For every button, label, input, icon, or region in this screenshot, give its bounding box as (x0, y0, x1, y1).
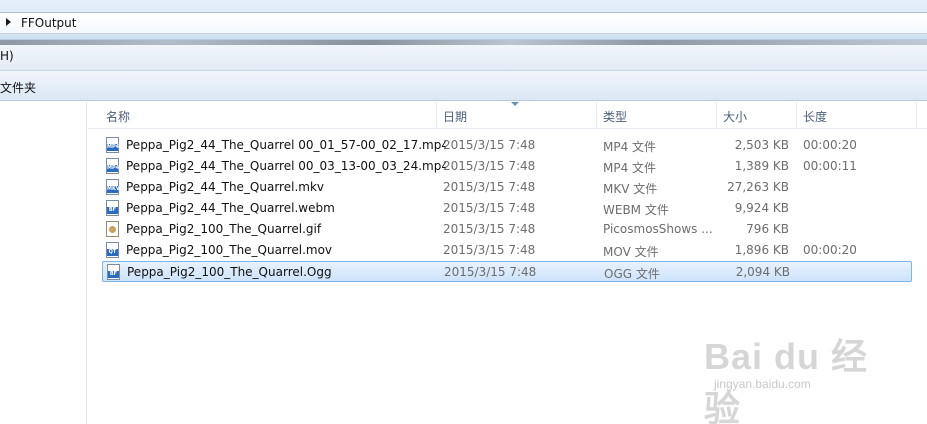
address-bar: FFOutput (0, 0, 927, 40)
file-size: 9,924 KB (734, 201, 789, 215)
file-type: MP4 文件 (603, 161, 657, 175)
file-length: 00:00:20 (803, 243, 857, 257)
mov-file-icon: QT (106, 242, 119, 258)
file-size: 2,503 KB (734, 138, 789, 152)
file-date: 2015/3/15 7:48 (443, 180, 536, 194)
column-header-row: 名称 日期 类型 大小 长度 (88, 102, 927, 129)
watermark-logo-text: Bai du 经验 (704, 336, 869, 424)
file-name: Peppa_Pig2_100_The_Quarrel.Ogg (127, 265, 332, 279)
breadcrumb-folder[interactable]: FFOutput (21, 16, 77, 30)
file-type: MP4 文件 (603, 140, 657, 154)
file-type: OGG 文件 (604, 267, 660, 281)
file-name: Peppa_Pig2_44_The_Quarrel 00_01_57-00_02… (126, 138, 446, 152)
file-type: PicosmosShows ... (603, 222, 713, 236)
file-icon-badge: MP4 (107, 165, 120, 172)
file-date: 2015/3/15 7:48 (443, 222, 536, 236)
file-type: MOV 文件 (603, 245, 659, 259)
file-size: 27,263 KB (727, 180, 789, 194)
webm-file-icon: BF (106, 200, 119, 216)
file-row[interactable]: MP4 Peppa_Pig2_44_The_Quarrel 00_01_57-00… (102, 135, 912, 156)
file-name: Peppa_Pig2_44_The_Quarrel.webm (126, 201, 335, 215)
file-type: MKV 文件 (603, 182, 658, 196)
menu-item-help[interactable]: H) (0, 49, 14, 63)
sort-arrow-icon (511, 102, 519, 106)
baidu-watermark: Bai du 经验 jingyan.baidu.com (700, 322, 900, 424)
file-row[interactable]: Peppa_Pig2_100_The_Quarrel.gif 2015/3/15 … (102, 219, 912, 240)
file-row[interactable]: QT Peppa_Pig2_100_The_Quarrel.mov 2015/3/1… (102, 240, 912, 261)
column-header-length[interactable]: 长度 (797, 102, 917, 129)
address-box[interactable]: FFOutput (0, 12, 927, 34)
file-name: Peppa_Pig2_100_The_Quarrel.gif (126, 222, 322, 236)
file-length: 00:00:20 (803, 138, 857, 152)
gif-image-icon (106, 221, 119, 237)
file-row[interactable]: BF Peppa_Pig2_100_The_Quarrel.Ogg 2015/3/1… (102, 261, 912, 282)
column-header-date[interactable]: 日期 (437, 102, 597, 129)
file-size: 2,094 KB (735, 265, 790, 279)
file-date: 2015/3/15 7:48 (443, 243, 536, 257)
mp4-file-icon: MP4 (106, 158, 119, 174)
blurred-strip (0, 40, 927, 45)
file-type: WEBM 文件 (603, 203, 669, 217)
file-icon-badge: BF (107, 207, 118, 214)
ogg-file-icon: BF (107, 264, 120, 280)
column-header-name[interactable]: 名称 (100, 102, 437, 129)
breadcrumb-arrow-icon[interactable] (6, 18, 11, 26)
file-length: 00:00:11 (803, 159, 857, 173)
file-row[interactable]: BF Peppa_Pig2_44_The_Quarrel.webm 2015/3/1… (102, 198, 912, 219)
file-icon-badge: BF (108, 271, 119, 278)
new-folder-button[interactable]: 文件夹 (0, 79, 36, 96)
file-icon-badge: MKV (107, 186, 120, 193)
mp4-file-icon: MP4 (106, 137, 119, 153)
file-name: Peppa_Pig2_44_The_Quarrel.mkv (126, 180, 324, 194)
file-date: 2015/3/15 7:48 (443, 201, 536, 215)
file-size: 796 KB (746, 222, 789, 236)
file-icon-badge (109, 226, 116, 233)
file-size: 1,389 KB (734, 159, 789, 173)
file-row[interactable]: MKV Peppa_Pig2_44_The_Quarrel.mkv 2015/3/1… (102, 177, 912, 198)
navigation-pane[interactable] (0, 102, 87, 424)
file-date: 2015/3/15 7:48 (443, 159, 536, 173)
file-name: Peppa_Pig2_44_The_Quarrel 00_03_13-00_03… (126, 159, 446, 173)
column-header-size[interactable]: 大小 (717, 102, 797, 129)
file-date: 2015/3/15 7:48 (444, 265, 537, 279)
column-header-type[interactable]: 类型 (597, 102, 717, 129)
file-size: 1,896 KB (734, 243, 789, 257)
file-name: Peppa_Pig2_100_The_Quarrel.mov (126, 243, 333, 257)
file-date: 2015/3/15 7:48 (443, 138, 536, 152)
file-icon-badge: MP4 (107, 144, 120, 151)
mkv-file-icon: MKV (106, 179, 120, 195)
command-toolbar: 文件夹 (0, 71, 927, 101)
file-icon-badge: QT (107, 249, 118, 256)
watermark-url: jingyan.baidu.com (714, 377, 811, 391)
menu-bar: H) (0, 40, 927, 71)
file-row[interactable]: MP4 Peppa_Pig2_44_The_Quarrel 00_03_13-00… (102, 156, 912, 177)
